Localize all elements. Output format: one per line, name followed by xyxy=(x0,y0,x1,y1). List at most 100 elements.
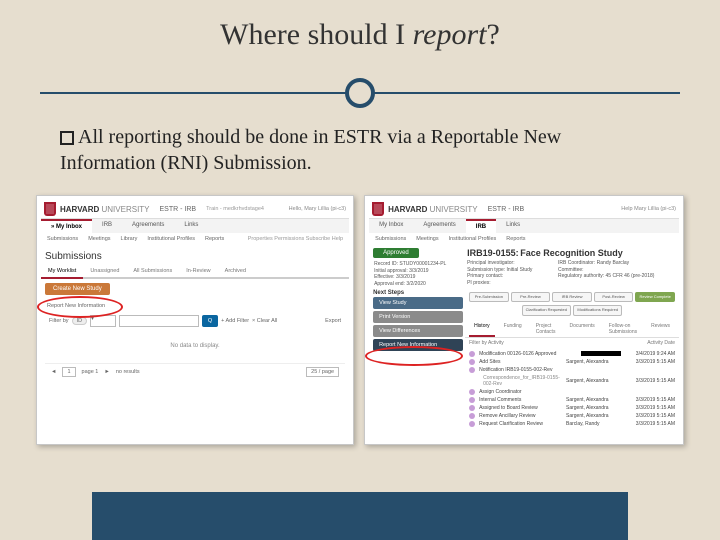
subnav-library[interactable]: Library xyxy=(121,236,138,242)
pager: ◄ 1 page 1 ► no results 25 / page xyxy=(45,363,345,380)
footer-band xyxy=(92,492,628,540)
tab-links[interactable]: Links xyxy=(174,219,208,233)
export-link[interactable]: Export xyxy=(325,318,341,324)
report-new-info-link[interactable]: Report New Information xyxy=(45,299,345,313)
activity-dot-icon xyxy=(469,351,475,357)
filter-bar: Filter by ID ▾ Q + Add Filter × Clear Al… xyxy=(45,313,345,329)
subnav-meetings[interactable]: Meetings xyxy=(88,236,110,242)
workflow-diagram: Pre-Submission Pre-Review IRB Review Pos… xyxy=(465,289,679,305)
activity-dot-icon xyxy=(469,367,475,373)
tab-followon[interactable]: Follow-on Submissions xyxy=(604,321,642,337)
app-name: ESTR - IRB xyxy=(488,206,525,213)
study-id: IRB19-0155: xyxy=(467,248,519,258)
next-steps-heading: Next Steps xyxy=(369,287,461,297)
subnav-reports[interactable]: Reports xyxy=(205,236,224,242)
view-study-button[interactable]: View Study xyxy=(373,297,463,309)
study-meta-right: Principal investigator: Submission type:… xyxy=(465,260,679,289)
filter-go-button[interactable]: Q xyxy=(202,315,218,327)
subnav-submissions[interactable]: Submissions xyxy=(47,236,78,242)
title-emph: report xyxy=(413,18,487,51)
history-row: Add SitesSargent, Alexandra3/3/2019 5:15… xyxy=(469,358,675,366)
history-row: Assigned to Board ReviewSargent, Alexand… xyxy=(469,404,675,412)
workflow-lower: Clarification Requested Modifications Re… xyxy=(465,305,679,318)
tab-agreements[interactable]: Agreements xyxy=(122,219,174,233)
tab-my-inbox[interactable]: My Inbox xyxy=(369,219,413,233)
history-row: Modification 00126-0126 Approved3/4/2019… xyxy=(469,350,675,358)
history-list: Modification 00126-0126 Approved3/4/2019… xyxy=(465,348,679,430)
harvard-crest-icon xyxy=(44,202,56,216)
brand: HARVARD UNIVERSITY xyxy=(388,205,478,214)
activity-dot-icon xyxy=(469,421,475,427)
page-actions: Properties Permissions Subscribe Help xyxy=(248,236,343,242)
tab-contacts[interactable]: Project Contacts xyxy=(531,321,561,337)
subnav-submissions[interactable]: Submissions xyxy=(375,236,406,242)
tab-history[interactable]: History xyxy=(469,321,495,337)
harvard-crest-icon xyxy=(372,202,384,216)
subnav-profiles[interactable]: Institutional Profiles xyxy=(449,236,497,242)
activity-dot-icon xyxy=(469,405,475,411)
bullet-box-icon xyxy=(60,131,74,145)
top-nav: » My Inbox IRB Agreements Links xyxy=(41,219,349,233)
history-row: Remove Ancillary ReviewSargent, Alexandr… xyxy=(469,412,675,420)
action-stack: View Study Print Version View Difference… xyxy=(369,297,461,351)
tab-agreements[interactable]: Agreements xyxy=(413,219,465,233)
page-label: page 1 xyxy=(82,369,99,375)
tab-all[interactable]: All Submissions xyxy=(126,265,179,277)
user-greeting: Hello, Mary Lillia (pi-c3) xyxy=(289,206,346,212)
tab-worklist[interactable]: My Worklist xyxy=(41,265,83,279)
study-name: Face Recognition Study xyxy=(520,248,623,258)
top-nav: My Inbox Agreements IRB Links xyxy=(369,219,679,233)
activity-dot-icon xyxy=(469,413,475,419)
tab-unassigned[interactable]: Unassigned xyxy=(83,265,126,277)
print-version-button[interactable]: Print Version xyxy=(373,311,463,323)
per-page-select[interactable]: 25 / page xyxy=(306,367,339,377)
tab-archived[interactable]: Archived xyxy=(218,265,253,277)
history-row: Request Clarification ReviewBarclay, Ran… xyxy=(469,420,675,428)
tab-irb[interactable]: IRB xyxy=(466,219,496,233)
wf-step: Post-Review xyxy=(594,292,634,302)
app-name: ESTR - IRB xyxy=(160,206,197,213)
env-label: Train - medkrhvdstage4 xyxy=(206,206,264,212)
filter-search-input[interactable] xyxy=(119,315,199,327)
body-paragraph: All reporting should be done in ESTR via… xyxy=(60,124,660,176)
report-new-info-button[interactable]: Report New Information xyxy=(373,339,463,351)
brand-header: HARVARD UNIVERSITY ESTR - IRB Help Mary … xyxy=(369,200,679,219)
screenshot-left: HARVARD UNIVERSITY ESTR - IRB Train - me… xyxy=(36,195,354,445)
filter-pill[interactable]: ID xyxy=(72,317,88,325)
tab-links[interactable]: Links xyxy=(496,219,530,233)
slide-title: Where should I report? xyxy=(0,0,720,52)
subnav-profiles[interactable]: Institutional Profiles xyxy=(147,236,195,242)
clear-all-link[interactable]: × Clear All xyxy=(252,318,277,324)
add-filter-link[interactable]: + Add Filter xyxy=(221,318,249,324)
history-row: Internal CommentsSargent, Alexandra3/3/2… xyxy=(469,396,675,404)
user-greeting: Help Mary Lillia (pi-c3) xyxy=(621,206,676,212)
history-filter: Filter by Activity Activity Date xyxy=(465,338,679,348)
status-badge: Approved xyxy=(373,248,419,258)
wf-step: Pre-Review xyxy=(511,292,551,302)
screenshot-right: HARVARD UNIVERSITY ESTR - IRB Help Mary … xyxy=(364,195,684,445)
title-circle-icon xyxy=(345,78,375,108)
filter-label: Filter by xyxy=(49,318,69,324)
section-heading: Submissions xyxy=(41,245,349,265)
create-new-study-button[interactable]: Create New Study xyxy=(45,283,110,295)
detail-tabs: History Funding Project Contacts Documen… xyxy=(465,319,679,338)
filter-dropdown[interactable]: ▾ xyxy=(90,315,116,327)
wf-step: Modifications Required xyxy=(573,305,622,315)
tab-documents[interactable]: Documents xyxy=(564,321,599,337)
sub-nav: Submissions Meetings Library Institution… xyxy=(41,233,349,245)
history-row: Notification IRB19-0155-002-Rev xyxy=(469,366,675,374)
tab-reviews[interactable]: Reviews xyxy=(646,321,675,337)
brand-header: HARVARD UNIVERSITY ESTR - IRB Train - me… xyxy=(41,200,349,219)
wf-step-active: Review Complete xyxy=(635,292,675,302)
body-text: All reporting should be done in ESTR via… xyxy=(60,126,561,174)
page-input[interactable]: 1 xyxy=(62,367,75,377)
view-differences-button[interactable]: View Differences xyxy=(373,325,463,337)
tab-my-inbox[interactable]: » My Inbox xyxy=(41,219,92,233)
tab-funding[interactable]: Funding xyxy=(499,321,527,337)
subnav-meetings[interactable]: Meetings xyxy=(416,236,438,242)
subnav-reports[interactable]: Reports xyxy=(506,236,525,242)
tab-irb[interactable]: IRB xyxy=(92,219,122,233)
title-suffix: ? xyxy=(487,18,500,51)
tab-in-review[interactable]: In-Review xyxy=(179,265,217,277)
wf-step: Clarification Requested xyxy=(522,305,571,315)
